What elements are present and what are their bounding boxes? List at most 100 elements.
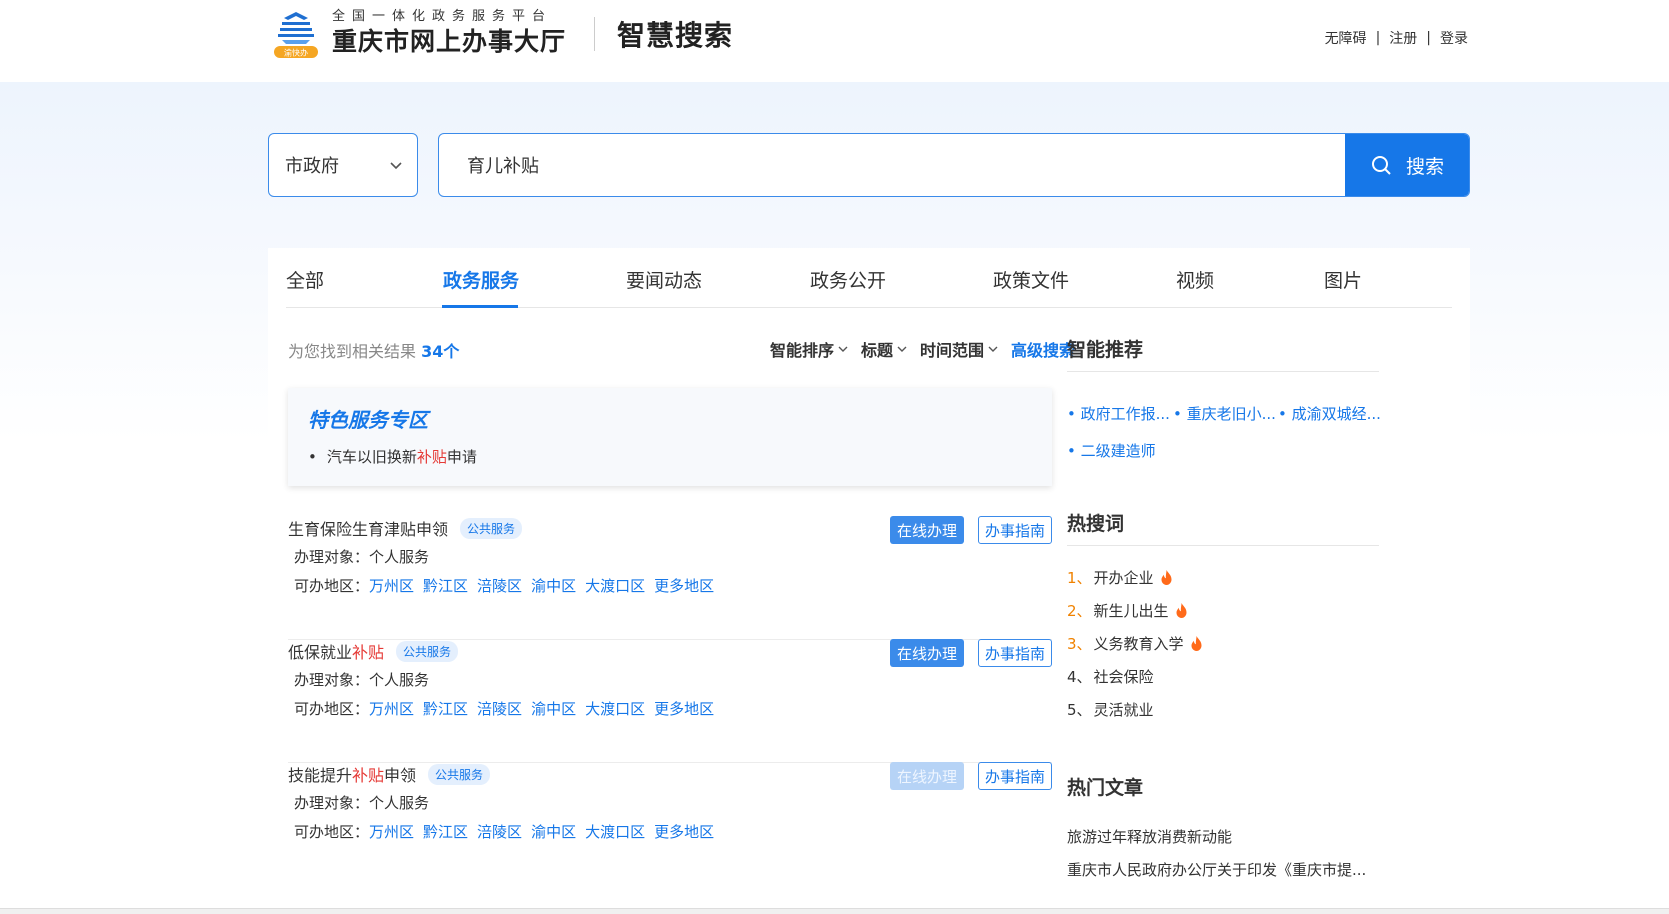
result-title[interactable]: 低保就业 补贴 公共服务 xyxy=(288,639,459,663)
scope-select[interactable]: 市政府 xyxy=(268,133,418,197)
service-regions: 可办地区： 万州区 黔江区 涪陵区 渝中区 大渡口区 更多地区 xyxy=(294,575,715,596)
region-link[interactable]: 黔江区 xyxy=(423,821,468,842)
service-type-badge: 公共服务 xyxy=(428,763,491,785)
tab-government-services[interactable]: 政务服务 xyxy=(443,266,519,293)
region-link[interactable]: 渝中区 xyxy=(531,575,576,596)
svg-text:渝快办: 渝快办 xyxy=(284,48,308,58)
region-link[interactable]: 涪陵区 xyxy=(477,698,522,719)
fire-icon xyxy=(1191,636,1202,651)
service-regions: 可办地区： 万州区 黔江区 涪陵区 渝中区 大渡口区 更多地区 xyxy=(294,821,715,842)
featured-services-title: 特色服务专区 xyxy=(308,408,428,432)
hot-search-item[interactable]: 3、 义务教育入学 xyxy=(1067,633,1203,654)
service-type-badge: 公共服务 xyxy=(460,517,523,539)
service-target: 办理对象： 个人服务 xyxy=(294,671,430,689)
region-link[interactable]: 渝中区 xyxy=(531,821,576,842)
result-item: 技能提升 补贴 申领 公共服务 在线办理 办事指南 办理对象： 个人服务 可办地区： … xyxy=(288,762,1052,886)
site-logo[interactable]: 渝快办 全国一体化政务服务平台 重庆市网上办事大厅 智慧搜索 xyxy=(268,8,733,60)
tab-videos[interactable]: 视频 xyxy=(1176,266,1214,293)
chevron-down-icon xyxy=(390,162,402,170)
article-link[interactable]: 重庆市人民政府办公厅关于印发《重庆市提... xyxy=(1067,859,1366,880)
tab-public-affairs[interactable]: 政务公开 xyxy=(810,266,886,293)
recommend-item[interactable]: • 成渝双城经... xyxy=(1278,403,1381,424)
apply-online-button[interactable]: 在线办理 xyxy=(890,516,964,544)
region-link[interactable]: 万州区 xyxy=(369,821,414,842)
category-tabs: 全部 政务服务 要闻动态 政务公开 政策文件 视频 图片 xyxy=(286,248,1452,308)
recommend-title: 智能推荐 xyxy=(1067,339,1144,361)
chevron-down-icon xyxy=(838,346,848,352)
result-count: 为您找到相关结果 34个 xyxy=(288,342,460,361)
chevron-down-icon xyxy=(897,346,907,352)
service-type-badge: 公共服务 xyxy=(396,640,459,662)
divider xyxy=(1067,371,1379,372)
register-link[interactable]: 注册 xyxy=(1389,28,1417,48)
service-target: 办理对象： 个人服务 xyxy=(294,548,430,566)
search-button[interactable]: 搜索 xyxy=(1345,134,1469,196)
tab-all[interactable]: 全部 xyxy=(286,266,324,293)
fire-icon xyxy=(1176,603,1187,618)
divider xyxy=(1067,545,1379,546)
sort-controls: 智能排序 标题 时间范围 高级搜索 xyxy=(770,337,1075,361)
site-name: 重庆市网上办事大厅 xyxy=(332,27,567,56)
sort-smart[interactable]: 智能排序 xyxy=(770,337,849,361)
scope-value: 市政府 xyxy=(285,156,339,177)
sort-time-range[interactable]: 时间范围 xyxy=(920,337,999,361)
service-guide-button[interactable]: 办事指南 xyxy=(978,516,1052,544)
region-link[interactable]: 大渡口区 xyxy=(585,575,645,596)
region-link[interactable]: 涪陵区 xyxy=(477,575,522,596)
region-link[interactable]: 大渡口区 xyxy=(585,698,645,719)
featured-services: 特色服务专区 • 汽车以旧换新补贴申请 xyxy=(288,388,1052,486)
results-panel: 全部 政务服务 要闻动态 政务公开 政策文件 视频 图片 为您找到相关结果 34… xyxy=(268,248,1470,914)
region-link[interactable]: 涪陵区 xyxy=(477,821,522,842)
hot-search-item[interactable]: 4、 社会保险 xyxy=(1067,666,1154,687)
accessibility-link[interactable]: 无障碍 xyxy=(1325,28,1367,48)
fire-icon xyxy=(1161,570,1172,585)
hot-search-item[interactable]: 1、 开办企业 xyxy=(1067,567,1173,588)
recommend-item[interactable]: • 政府工作报... xyxy=(1067,403,1170,424)
login-link[interactable]: 登录 xyxy=(1440,28,1468,48)
hot-search-item[interactable]: 2、 新生儿出生 xyxy=(1067,600,1188,621)
chevron-down-icon xyxy=(988,346,998,352)
service-regions: 可办地区： 万州区 黔江区 涪陵区 渝中区 大渡口区 更多地区 xyxy=(294,698,715,719)
hot-search-item[interactable]: 5、 灵活就业 xyxy=(1067,699,1154,720)
bottom-scrollbar[interactable] xyxy=(0,908,1669,914)
hot-articles-title: 热门文章 xyxy=(1067,777,1144,799)
recommend-item[interactable]: • 二级建造师 xyxy=(1067,440,1156,461)
result-item: 生育保险生育津贴申领 公共服务 在线办理 办事指南 办理对象： 个人服务 可办地区… xyxy=(288,516,1052,640)
apply-online-button[interactable]: 在线办理 xyxy=(890,762,964,790)
service-target: 办理对象： 个人服务 xyxy=(294,794,430,812)
featured-service-item[interactable]: • 汽车以旧换新补贴申请 xyxy=(308,446,477,467)
region-link[interactable]: 万州区 xyxy=(369,575,414,596)
platform-subtitle: 全国一体化政务服务平台 xyxy=(332,9,553,24)
apply-online-button[interactable]: 在线办理 xyxy=(890,639,964,667)
header: 渝快办 全国一体化政务服务平台 重庆市网上办事大厅 智慧搜索 无障碍 | 注册 … xyxy=(0,0,1669,82)
region-link[interactable]: 黔江区 xyxy=(423,698,468,719)
advanced-search-link[interactable]: 高级搜索 xyxy=(1011,337,1075,361)
service-guide-button[interactable]: 办事指南 xyxy=(978,639,1052,667)
more-regions-link[interactable]: 更多地区 xyxy=(654,821,714,842)
region-link[interactable]: 万州区 xyxy=(369,698,414,719)
more-regions-link[interactable]: 更多地区 xyxy=(654,698,714,719)
top-links: 无障碍 | 注册 | 登录 xyxy=(1325,28,1468,48)
link-separator: | xyxy=(1426,30,1431,46)
tab-policy-documents[interactable]: 政策文件 xyxy=(993,266,1069,293)
search-input[interactable] xyxy=(439,134,1341,196)
result-item: 低保就业 补贴 公共服务 在线办理 办事指南 办理对象： 个人服务 可办地区： 万州… xyxy=(288,639,1052,763)
recommend-item[interactable]: • 重庆老旧小... xyxy=(1173,403,1276,424)
emblem-icon: 渝快办 xyxy=(274,12,318,58)
result-count-value: 34个 xyxy=(421,342,460,361)
tab-news[interactable]: 要闻动态 xyxy=(626,266,702,293)
logo-divider xyxy=(594,17,596,51)
region-link[interactable]: 渝中区 xyxy=(531,698,576,719)
active-tab-indicator xyxy=(442,305,518,308)
sort-title[interactable]: 标题 xyxy=(861,337,908,361)
result-title[interactable]: 技能提升 补贴 申领 公共服务 xyxy=(288,762,491,786)
region-link[interactable]: 黔江区 xyxy=(423,575,468,596)
region-link[interactable]: 大渡口区 xyxy=(585,821,645,842)
section-title: 智慧搜索 xyxy=(617,19,734,52)
tab-images[interactable]: 图片 xyxy=(1324,266,1362,293)
result-title[interactable]: 生育保险生育津贴申领 公共服务 xyxy=(288,516,523,540)
service-guide-button[interactable]: 办事指南 xyxy=(978,762,1052,790)
search-icon xyxy=(1371,156,1391,175)
article-link[interactable]: 旅游过年释放消费新动能 xyxy=(1067,826,1232,847)
more-regions-link[interactable]: 更多地区 xyxy=(654,575,714,596)
